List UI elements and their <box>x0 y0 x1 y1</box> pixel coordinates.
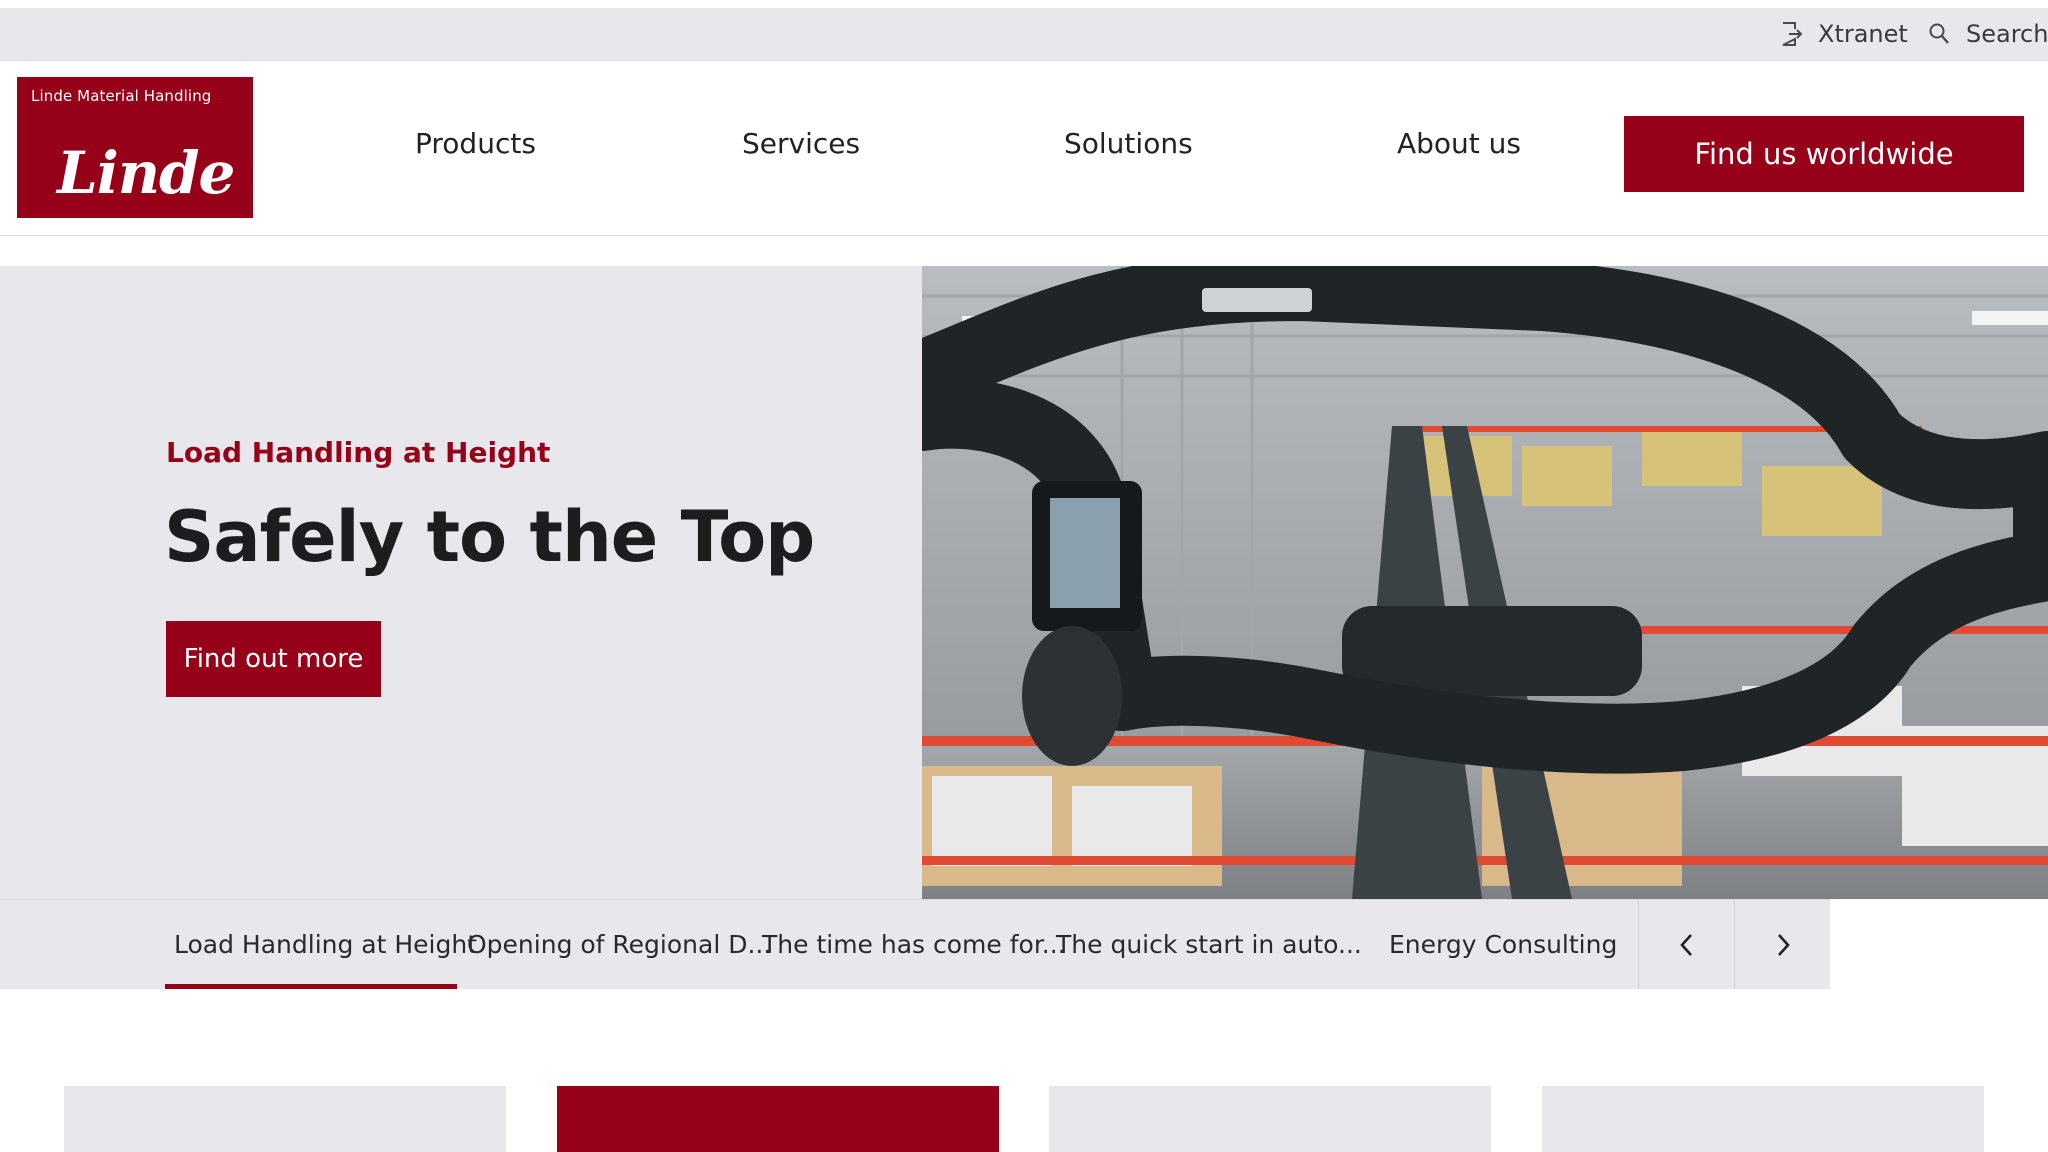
login-icon <box>1782 22 1802 46</box>
hero-slider-tabs: Load Handling at Height Opening of Regio… <box>0 899 1830 989</box>
teaser-card[interactable] <box>1542 1086 1984 1152</box>
teaser-card-highlighted[interactable] <box>557 1086 999 1152</box>
nav-services[interactable]: Services <box>742 127 860 160</box>
hero-image <box>922 266 2048 899</box>
nav-products[interactable]: Products <box>415 127 536 160</box>
hero-title: Safely to the Top <box>164 496 815 578</box>
hero-section: Load Handling at Height Safely to the To… <box>0 266 2048 899</box>
logo-wordmark: Linde <box>57 139 235 207</box>
linde-logo[interactable]: Linde Material Handling Linde <box>17 77 253 218</box>
nav-solutions[interactable]: Solutions <box>1064 127 1193 160</box>
hero-text-panel: Load Handling at Height Safely to the To… <box>0 266 922 899</box>
chevron-right-icon <box>1777 933 1790 956</box>
chevron-left-icon <box>1679 933 1692 956</box>
search-label: Search <box>1966 20 2048 48</box>
slider-tab-load-handling[interactable]: Load Handling at Height <box>174 900 477 989</box>
active-tab-indicator <box>165 984 457 989</box>
slider-tab-quick-start[interactable]: The quick start in auto... <box>1056 900 1362 989</box>
teaser-card[interactable] <box>1049 1086 1491 1152</box>
slider-tab-time-has-come[interactable]: The time has come for... <box>762 900 1066 989</box>
logo-tagline: Linde Material Handling <box>31 87 212 105</box>
teaser-card[interactable] <box>64 1086 506 1152</box>
search-link[interactable]: Search <box>1928 8 2048 60</box>
utility-bar: Xtranet Search <box>0 8 2048 61</box>
hero-eyebrow: Load Handling at Height <box>166 436 551 469</box>
xtranet-label: Xtranet <box>1818 20 1908 48</box>
forklift-cabin-photo <box>922 266 2048 899</box>
find-us-worldwide-button[interactable]: Find us worldwide <box>1624 116 2024 192</box>
search-icon <box>1929 23 1949 44</box>
slider-tab-energy-consulting[interactable]: Energy Consulting <box>1389 900 1617 989</box>
slider-prev-button[interactable] <box>1638 900 1734 989</box>
slider-next-button[interactable] <box>1734 900 1830 989</box>
nav-about-us[interactable]: About us <box>1397 127 1521 160</box>
find-out-more-button[interactable]: Find out more <box>166 621 381 697</box>
xtranet-link[interactable]: Xtranet <box>1780 8 1908 60</box>
slider-tab-regional-opening[interactable]: Opening of Regional D... <box>467 900 771 989</box>
site-header: Linde Material Handling Linde Products S… <box>0 61 2048 236</box>
